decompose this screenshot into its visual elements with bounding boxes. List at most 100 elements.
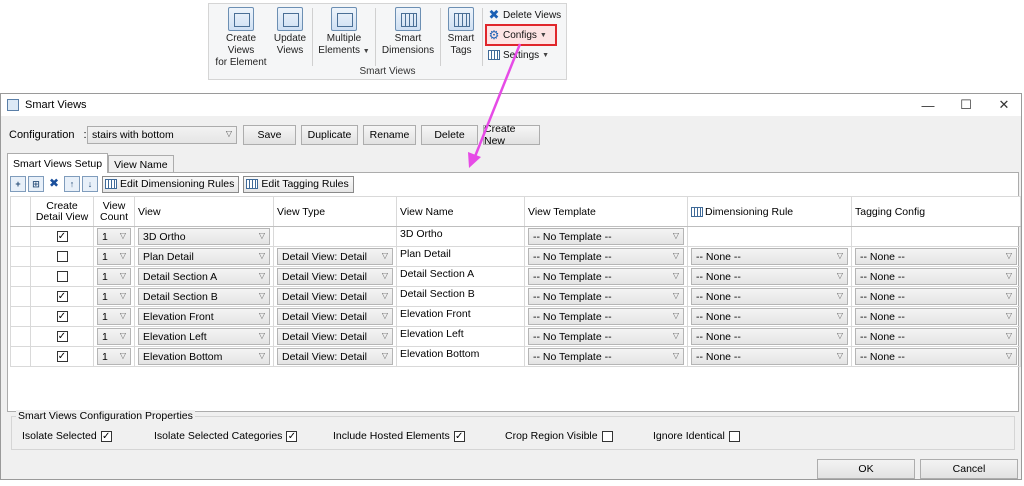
maximize-button[interactable]: ☐ (947, 94, 985, 116)
view-template-cell[interactable]: -- No Template -- ▽ (524, 246, 688, 267)
tagging-config-select[interactable]: -- None -- ▽ (855, 268, 1017, 285)
view-count-cell[interactable]: 1 ▽ (93, 266, 135, 287)
view-template-select[interactable]: -- No Template -- ▽ (528, 248, 684, 265)
dimensioning-rule-cell[interactable]: -- None -- ▽ (687, 346, 852, 367)
table-row[interactable]: ✓ 1 ▽ Elevation Left ▽ Detail View: Detail ▽ El… (10, 326, 1021, 347)
view-type-cell[interactable]: Detail View: Detail ▽ (273, 266, 397, 287)
view-template-cell[interactable]: -- No Template -- ▽ (524, 286, 688, 307)
table-row[interactable]: ✓ 1 ▽ Elevation Bottom ▽ Detail View: Detail ▽… (10, 346, 1021, 367)
isolate-selected-categories-checkbox[interactable]: Isolate Selected Categories ✓ (154, 430, 298, 442)
duplicate-button[interactable]: Duplicate (301, 125, 358, 145)
dimensioning-rule-cell[interactable]: -- None -- ▽ (687, 266, 852, 287)
create-detail-view-checkbox[interactable]: ✓ (56, 311, 68, 322)
table-row[interactable]: ✓ 1 ▽ 3D Ortho ▽ 3D Ortho -- No Template -- ▽ (10, 226, 1021, 247)
configs-button[interactable]: ⚙ Configs ▼ (488, 28, 547, 42)
delete-row-icon[interactable]: ✖ (46, 176, 62, 192)
create-detail-view-cell[interactable]: ✓ (30, 346, 94, 367)
checkbox-box[interactable]: ✓ (100, 430, 112, 442)
view-type-select[interactable]: Detail View: Detail ▽ (277, 268, 393, 285)
dimensioning-rule-select[interactable]: -- None -- ▽ (691, 248, 848, 265)
table-row[interactable]: ✓ 1 ▽ Detail Section B ▽ Detail View: Detail ▽… (10, 286, 1021, 307)
view-name-text[interactable]: Elevation Left (397, 328, 464, 340)
view-type-cell[interactable]: Detail View: Detail ▽ (273, 246, 397, 267)
view-type-select[interactable]: Detail View: Detail ▽ (277, 348, 393, 365)
tagging-config-cell[interactable]: -- None -- ▽ (851, 326, 1021, 347)
col-view-name[interactable]: View Name (396, 196, 525, 227)
checkbox-box[interactable]: ✓ (286, 430, 298, 442)
view-select[interactable]: Elevation Bottom ▽ (138, 348, 270, 365)
view-template-select[interactable]: -- No Template -- ▽ (528, 328, 684, 345)
view-count-select[interactable]: 1 ▽ (97, 328, 131, 345)
view-type-cell[interactable] (273, 226, 397, 247)
view-template-select[interactable]: -- No Template -- ▽ (528, 268, 684, 285)
table-row[interactable]: 1 ▽ Detail Section A ▽ Detail View: Detail ▽ D… (10, 266, 1021, 287)
delete-views-button[interactable]: ✖ Delete Views (488, 7, 562, 22)
view-cell[interactable]: Detail Section B ▽ (134, 286, 274, 307)
tagging-config-cell[interactable] (851, 226, 1021, 247)
dimensioning-rule-cell[interactable]: -- None -- ▽ (687, 306, 852, 327)
close-button[interactable]: ✕ (985, 94, 1023, 116)
smart-dimensions-button[interactable]: Smart Dimensions (379, 7, 437, 57)
row-header[interactable] (10, 226, 31, 247)
tagging-config-cell[interactable]: -- None -- ▽ (851, 266, 1021, 287)
settings-button[interactable]: Settings ▼ (488, 49, 549, 61)
cancel-button[interactable]: Cancel (920, 459, 1018, 479)
create-detail-view-checkbox[interactable]: ✓ (56, 231, 68, 242)
view-type-cell[interactable]: Detail View: Detail ▽ (273, 306, 397, 327)
save-button[interactable]: Save (243, 125, 296, 145)
view-name-cell[interactable]: Detail Section B (396, 286, 525, 307)
view-template-select[interactable]: -- No Template -- ▽ (528, 228, 684, 245)
view-select[interactable]: Elevation Front ▽ (138, 308, 270, 325)
add-row-icon[interactable]: + (10, 176, 26, 192)
view-cell[interactable]: Plan Detail ▽ (134, 246, 274, 267)
dimensioning-rule-select[interactable]: -- None -- ▽ (691, 288, 848, 305)
create-detail-view-cell[interactable]: ✓ (30, 326, 94, 347)
view-type-cell[interactable]: Detail View: Detail ▽ (273, 346, 397, 367)
create-detail-view-cell[interactable]: ✓ (30, 306, 94, 327)
row-header[interactable] (10, 326, 31, 347)
view-count-select[interactable]: 1 ▽ (97, 228, 131, 245)
insert-row-icon[interactable]: ⊞ (28, 176, 44, 192)
create-detail-view-checkbox[interactable]: ✓ (56, 291, 68, 302)
view-type-select[interactable]: Detail View: Detail ▽ (277, 288, 393, 305)
view-select[interactable]: Plan Detail ▽ (138, 248, 270, 265)
col-view[interactable]: View (134, 196, 274, 227)
create-views-for-element-button[interactable]: Create Views for Element (212, 7, 270, 69)
tagging-config-select[interactable]: -- None -- ▽ (855, 308, 1017, 325)
checkbox-box[interactable] (601, 430, 613, 442)
edit-dimensioning-rules-button[interactable]: Edit Dimensioning Rules (102, 175, 240, 193)
tagging-config-select[interactable]: -- None -- ▽ (855, 248, 1017, 265)
tab-view-name[interactable]: View Name (108, 155, 174, 173)
view-cell[interactable]: Elevation Front ▽ (134, 306, 274, 327)
ignore-identical-checkbox[interactable]: Ignore Identical (653, 430, 740, 442)
view-template-select[interactable]: -- No Template -- ▽ (528, 288, 684, 305)
view-name-cell[interactable]: Elevation Left (396, 326, 525, 347)
view-name-text[interactable]: Elevation Front (397, 308, 471, 320)
view-count-select[interactable]: 1 ▽ (97, 308, 131, 325)
view-count-cell[interactable]: 1 ▽ (93, 346, 135, 367)
dimensioning-rule-cell[interactable] (687, 226, 852, 247)
create-detail-view-cell[interactable] (30, 246, 94, 267)
view-name-cell[interactable]: Elevation Bottom (396, 346, 525, 367)
view-select[interactable]: Elevation Left ▽ (138, 328, 270, 345)
view-select[interactable]: 3D Ortho ▽ (138, 228, 270, 245)
view-cell[interactable]: Detail Section A ▽ (134, 266, 274, 287)
view-name-text[interactable]: Plan Detail (397, 248, 451, 260)
create-detail-view-checkbox[interactable] (56, 251, 68, 262)
dimensioning-rule-select[interactable]: -- None -- ▽ (691, 308, 848, 325)
create-detail-view-checkbox[interactable]: ✓ (56, 351, 68, 362)
view-type-select[interactable]: Detail View: Detail ▽ (277, 248, 393, 265)
view-count-cell[interactable]: 1 ▽ (93, 226, 135, 247)
minimize-button[interactable]: — (909, 94, 947, 116)
col-dimensioning-rule[interactable]: Dimensioning Rule (687, 196, 852, 227)
create-detail-view-cell[interactable] (30, 266, 94, 287)
dimensioning-rule-select[interactable]: -- None -- ▽ (691, 348, 848, 365)
create-detail-view-cell[interactable]: ✓ (30, 286, 94, 307)
delete-button[interactable]: Delete (421, 125, 478, 145)
view-template-cell[interactable]: -- No Template -- ▽ (524, 346, 688, 367)
view-name-cell[interactable]: Detail Section A (396, 266, 525, 287)
tagging-config-cell[interactable]: -- None -- ▽ (851, 246, 1021, 267)
tagging-config-cell[interactable]: -- None -- ▽ (851, 286, 1021, 307)
view-type-select[interactable]: Detail View: Detail ▽ (277, 308, 393, 325)
smart-tags-button[interactable]: Smart Tags (443, 7, 479, 57)
